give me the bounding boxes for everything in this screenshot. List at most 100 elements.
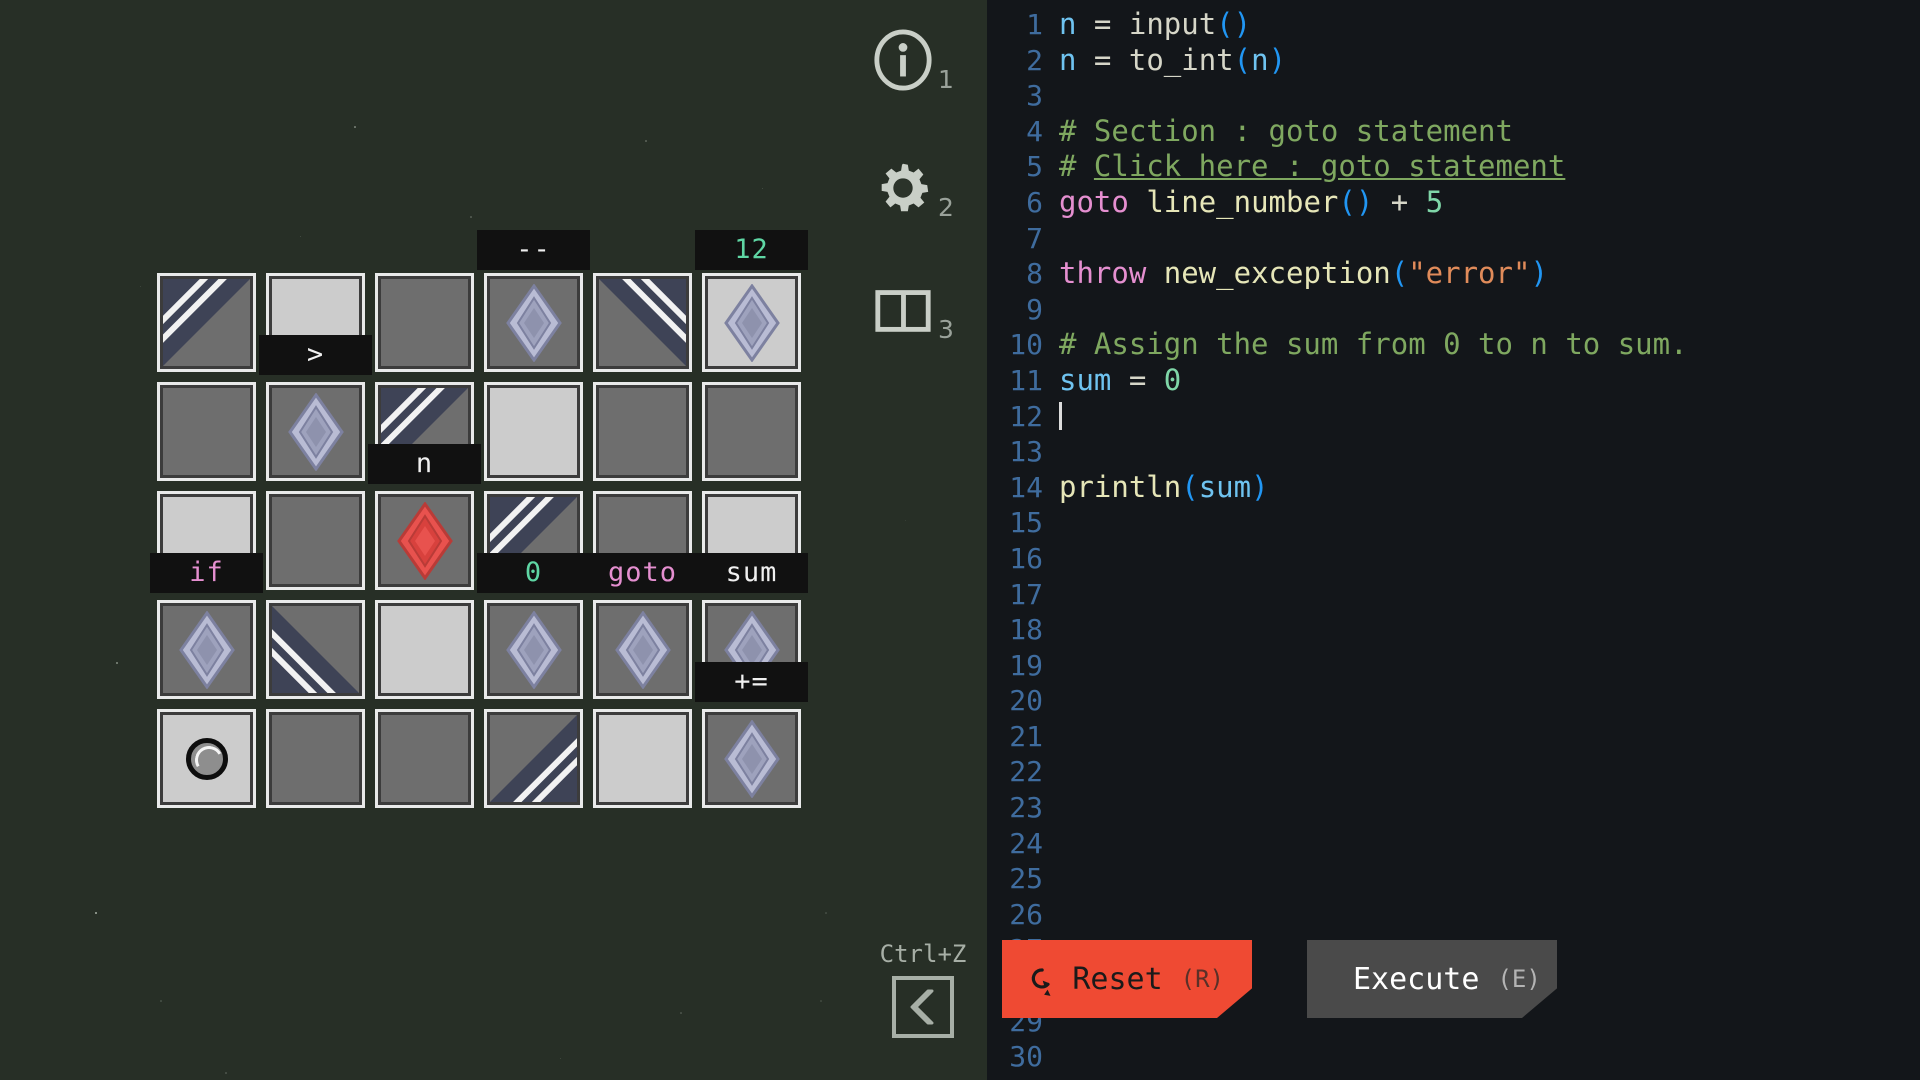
line-number: 25 [987, 861, 1043, 897]
board-cell[interactable]: += [697, 595, 806, 704]
code-line[interactable]: 26 [987, 897, 1920, 933]
code-line[interactable]: 8throw new_exception("error") [987, 256, 1920, 292]
board-cell[interactable]: 0 [479, 486, 588, 595]
board-cell[interactable] [261, 377, 370, 486]
code-line[interactable]: 21 [987, 719, 1920, 755]
cell-label-chip[interactable]: 12 [695, 230, 808, 270]
rail-item-number: 2 [938, 193, 954, 222]
board-cell[interactable] [370, 595, 479, 704]
board-cell[interactable] [697, 377, 806, 486]
code-editor-panel[interactable]: 1n = input()2n = to_int(n)34# Section : … [987, 0, 1920, 1080]
board-cell[interactable] [370, 268, 479, 377]
code-line[interactable]: 13 [987, 434, 1920, 470]
board-cell[interactable]: goto [588, 486, 697, 595]
code-line[interactable]: 14println(sum) [987, 470, 1920, 506]
code-line[interactable]: 9 [987, 292, 1920, 328]
rail-item-info[interactable]: 1 [872, 22, 968, 98]
line-content[interactable]: # Assign the sum from 0 to n to sum. [1043, 327, 1688, 363]
cell-label-chip[interactable]: goto [586, 553, 699, 593]
rail-item-layout[interactable]: 3 [872, 272, 968, 348]
code-line[interactable]: 1n = input() [987, 7, 1920, 43]
star-particle [354, 126, 356, 128]
board-cell[interactable] [261, 486, 370, 595]
code-line[interactable]: 6goto line_number() + 5 [987, 185, 1920, 221]
code-token: ( [1391, 256, 1408, 290]
board-cell[interactable] [588, 377, 697, 486]
board-cell[interactable] [370, 704, 479, 813]
code-line[interactable]: 20 [987, 683, 1920, 719]
code-line[interactable]: 4# Section : goto statement [987, 114, 1920, 150]
line-content[interactable]: n = to_int(n) [1043, 43, 1286, 79]
code-line[interactable]: 2n = to_int(n) [987, 43, 1920, 79]
board-cell[interactable] [152, 377, 261, 486]
line-content[interactable]: # Click here : goto statement [1043, 149, 1565, 185]
board-cell[interactable]: n [370, 377, 479, 486]
line-content[interactable]: println(sum) [1043, 470, 1269, 506]
board-cell[interactable] [261, 595, 370, 704]
line-content[interactable]: throw new_exception("error") [1043, 256, 1548, 292]
code-line[interactable]: 3 [987, 78, 1920, 114]
star-particle [560, 1058, 561, 1059]
game-panel: > -- 12 nif 0gotosum [0, 0, 987, 1080]
board-cell[interactable] [697, 704, 806, 813]
reset-button[interactable]: Reset (R) [1002, 940, 1252, 1018]
board-cell[interactable] [370, 486, 479, 595]
line-number: 23 [987, 790, 1043, 826]
cell-label-chip[interactable]: += [695, 662, 808, 702]
cell-label-chip[interactable]: if [150, 553, 263, 593]
cell-label-chip[interactable]: > [259, 335, 372, 375]
code-line[interactable]: 19 [987, 648, 1920, 684]
line-content[interactable] [1043, 399, 1062, 435]
board-cell[interactable]: if [152, 486, 261, 595]
cell-label-chip[interactable]: n [368, 444, 481, 484]
code-line[interactable]: 10# Assign the sum from 0 to n to sum. [987, 327, 1920, 363]
board-cell[interactable] [152, 595, 261, 704]
board-cell[interactable]: 12 [697, 268, 806, 377]
puzzle-board[interactable]: > -- 12 n if 0gotosum [152, 268, 806, 813]
board-cell[interactable]: > [261, 268, 370, 377]
undo-button[interactable] [892, 976, 954, 1038]
code-line[interactable]: 16 [987, 541, 1920, 577]
board-cell[interactable]: -- [479, 268, 588, 377]
code-lines[interactable]: 1n = input()2n = to_int(n)34# Section : … [987, 7, 1920, 1075]
goto-link[interactable]: Click here : goto statement [1094, 149, 1565, 183]
board-cell[interactable]: sum [697, 486, 806, 595]
cell-label-chip[interactable]: -- [477, 230, 590, 270]
cell-face [381, 279, 468, 366]
code-line[interactable]: 15 [987, 505, 1920, 541]
code-line[interactable]: 17 [987, 577, 1920, 613]
code-line[interactable]: 23 [987, 790, 1920, 826]
code-line[interactable]: 7 [987, 221, 1920, 257]
board-cell[interactable] [588, 704, 697, 813]
code-token: ) [1530, 256, 1547, 290]
code-line[interactable]: 5# Click here : goto statement [987, 149, 1920, 185]
code-line[interactable]: 25 [987, 861, 1920, 897]
code-line[interactable]: 12 [987, 399, 1920, 435]
line-content[interactable]: goto line_number() + 5 [1043, 185, 1443, 221]
board-cell[interactable] [479, 595, 588, 704]
cell-label-chip[interactable]: 0 [477, 553, 590, 593]
cell-frame [157, 382, 256, 481]
board-cell[interactable] [588, 595, 697, 704]
code-line[interactable]: 24 [987, 826, 1920, 862]
code-line[interactable]: 11sum = 0 [987, 363, 1920, 399]
cell-face [272, 606, 359, 693]
board-cell[interactable] [479, 377, 588, 486]
board-cell[interactable] [152, 704, 261, 813]
board-cell[interactable] [588, 268, 697, 377]
line-content[interactable]: n = input() [1043, 7, 1251, 43]
cell-label-chip[interactable]: sum [695, 553, 808, 593]
board-cell[interactable] [261, 704, 370, 813]
line-content[interactable]: # Section : goto statement [1043, 114, 1513, 150]
info-icon [872, 29, 934, 91]
line-content[interactable]: sum = 0 [1043, 363, 1181, 399]
execute-button[interactable]: Execute (E) [1307, 940, 1557, 1018]
action-bar: Reset (R) Execute (E) [987, 940, 1920, 1050]
code-line[interactable]: 22 [987, 754, 1920, 790]
code-token: new_exception [1164, 256, 1391, 290]
code-line[interactable]: 18 [987, 612, 1920, 648]
star-particle [825, 912, 827, 914]
board-cell[interactable] [152, 268, 261, 377]
board-cell[interactable] [479, 704, 588, 813]
rail-item-settings[interactable]: 2 [872, 150, 968, 226]
